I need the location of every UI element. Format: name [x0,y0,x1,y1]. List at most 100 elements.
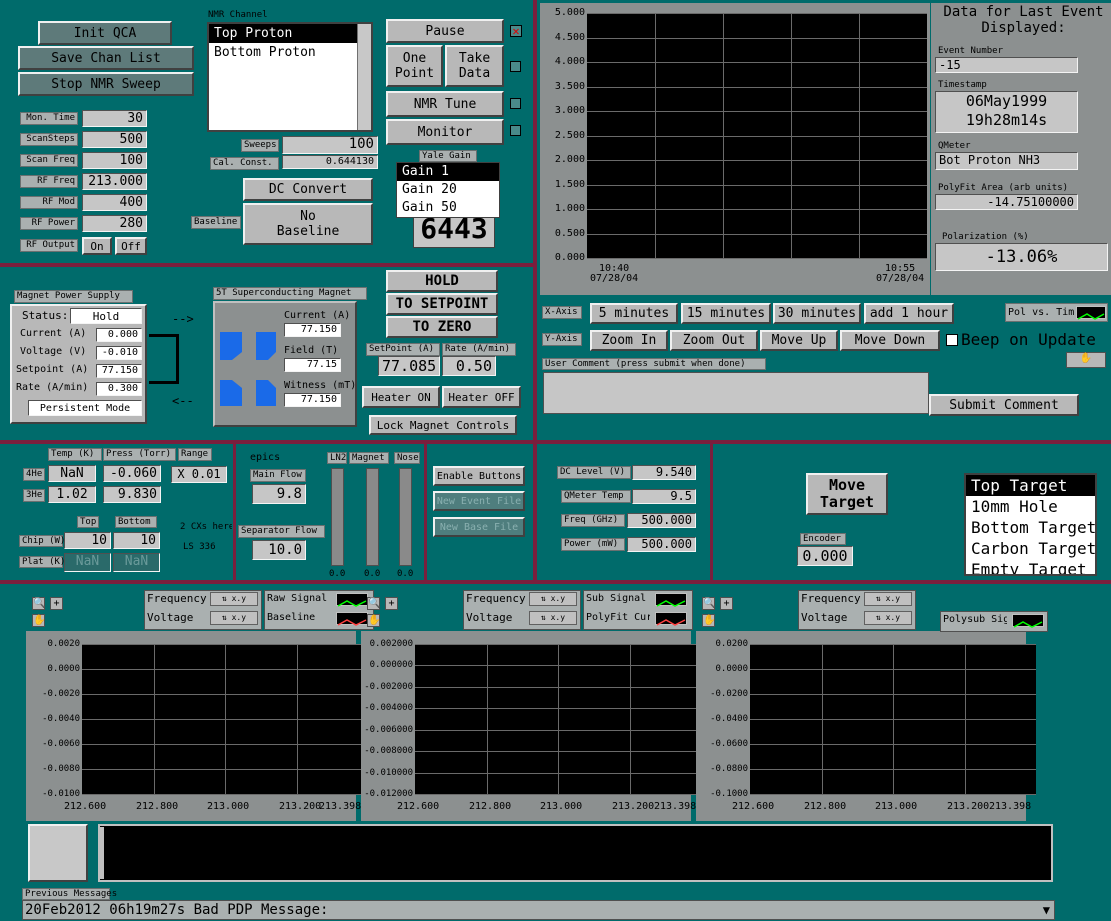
nmr-tune-checkbox[interactable] [510,98,521,109]
list-item[interactable]: Bottom Proton [209,43,371,62]
one-point-button[interactable]: One Point [386,45,443,87]
axis-format-icon[interactable]: ⇅ x.y [210,611,258,625]
heater-off-button[interactable]: Heater OFF [442,386,521,408]
no-baseline-button[interactable]: No Baseline [243,203,373,245]
timestamp-date: 06May1999 [965,92,1048,110]
rate-ctrl-field[interactable]: 0.50 [442,356,496,376]
axis-format-icon[interactable]: ⇅ x.y [529,592,577,606]
zoom-icon[interactable]: 🔍 [702,597,715,610]
rf-on-button[interactable]: On [82,237,112,255]
setpoint-label: Setpoint (A) [16,364,89,375]
hold-button[interactable]: HOLD [386,270,498,292]
sep-flow-field: 10.0 [252,540,306,560]
rf-off-button[interactable]: Off [115,237,147,255]
y-tick-label: 3.500 [554,81,585,92]
hand-icon[interactable]: ✋ [367,614,380,627]
monitor-checkbox[interactable] [510,125,521,136]
monitor-button[interactable]: Monitor [386,119,504,145]
rf-mod-field[interactable]: 400 [82,194,147,211]
x-add-hour-button[interactable]: add 1 hour [864,303,954,324]
list-item[interactable]: Bottom Target [966,517,1095,538]
beep-checkbox[interactable] [946,334,958,346]
pause-button[interactable]: Pause [386,19,504,43]
list-item[interactable]: Empty Target [966,559,1095,574]
plus-icon[interactable]: + [385,597,398,610]
main-flow-field: 9.8 [252,484,306,504]
move-down-button[interactable]: Move Down [840,330,940,351]
y-tick-label: 0.000000 [369,660,413,670]
x-30min-button[interactable]: 30 minutes [773,303,861,324]
yale-gain-list[interactable]: Gain 1 Gain 20 Gain 50 [396,162,500,218]
list-item[interactable]: Gain 50 [397,199,499,217]
x-15min-button[interactable]: 15 minutes [681,303,771,324]
hand-icon[interactable]: ✋ [32,614,45,627]
scan-steps-field[interactable]: 500 [82,131,147,148]
hand-tool-icon[interactable]: ✋ [1066,352,1106,368]
hand-icon[interactable]: ✋ [702,614,715,627]
scan-freq-field[interactable]: 100 [82,152,147,169]
status-field: Hold [70,308,142,324]
range-field[interactable]: X 0.01 [171,466,227,483]
gridline [791,13,792,258]
rf-freq-field[interactable]: 213.000 [82,173,147,190]
sweeps-field[interactable]: 100 [282,136,378,154]
axis-format-icon[interactable]: ⇅ x.y [210,592,258,606]
prev-messages-dropdown[interactable]: 20Feb2012 06h19m27s Bad PDP Message: ▼ [22,900,1055,920]
axis-legend-label: Frequency [466,592,526,605]
rf-power-field[interactable]: 280 [82,215,147,232]
list-item[interactable]: Top Proton [209,24,371,43]
target-list[interactable]: Top Target 10mm Hole Bottom Target Carbo… [964,473,1097,576]
area-field: -14.75100000 [935,194,1078,210]
area-label: PolyFit Area (arb units) [938,183,1069,193]
to-setpoint-button[interactable]: TO SETPOINT [386,293,498,315]
baseline-label: Baseline [191,216,241,229]
y-tick-label: 0.500 [554,228,585,239]
zoom-out-button[interactable]: Zoom Out [670,330,758,351]
dc-convert-button[interactable]: DC Convert [243,178,373,201]
gridline [587,234,927,235]
lock-magnet-button[interactable]: Lock Magnet Controls [369,415,517,435]
zoom-icon[interactable]: 🔍 [32,597,45,610]
enable-buttons-button[interactable]: Enable Buttons [433,466,525,486]
move-up-button[interactable]: Move Up [760,330,838,351]
chip-top-field[interactable]: 10 [64,532,111,549]
nmr-tune-button[interactable]: NMR Tune [386,91,504,117]
take-data-checkbox[interactable] [510,61,521,72]
stop-nmr-sweep-button[interactable]: Stop NMR Sweep [18,72,194,96]
take-data-button[interactable]: Take Data [445,45,504,87]
x-tick-label: 212.800 [469,801,512,812]
x-5min-button[interactable]: 5 minutes [590,303,678,324]
zoom-icon[interactable]: 🔍 [367,597,380,610]
chevron-down-icon[interactable]: ▼ [1043,901,1050,919]
list-item[interactable]: 10mm Hole [966,496,1095,517]
setpoint-ctrl-field[interactable]: 77.085 [378,356,440,376]
list-item[interactable]: Gain 1 [397,163,499,181]
init-qca-button[interactable]: Init QCA [38,21,172,45]
move-target-button[interactable]: Move Target [806,473,888,515]
list-item[interactable]: Carbon Target [966,538,1095,559]
list-item[interactable]: Gain 20 [397,181,499,199]
comment-input[interactable] [543,372,929,414]
list-item[interactable]: Top Target [966,475,1095,496]
axis-format-icon[interactable]: ⇅ x.y [529,611,577,625]
y-tick-label: 0.002000 [369,639,413,649]
heater-on-button[interactable]: Heater ON [362,386,440,408]
chip-bottom-field[interactable]: 10 [113,532,160,549]
magnet-bar-label: Magnet [349,452,389,464]
cx-note: 2 CXs here [180,522,232,532]
sc-current-field: 77.150 [284,323,341,337]
zoom-in-button[interactable]: Zoom In [590,330,668,351]
plus-icon[interactable]: + [720,597,733,610]
mon-time-field[interactable]: 30 [82,110,147,127]
gridline [558,644,559,794]
axis-format-icon[interactable]: ⇅ x.y [864,611,912,625]
to-zero-button[interactable]: TO ZERO [386,316,498,338]
scrollbar[interactable] [357,24,371,130]
axis-format-icon[interactable]: ⇅ x.y [864,592,912,606]
submit-comment-button[interactable]: Submit Comment [929,394,1079,416]
arrow-left-icon: <-- [172,394,194,408]
new-base-file-button: New Base File [433,517,525,537]
plus-icon[interactable]: + [50,597,63,610]
save-chan-list-button[interactable]: Save Chan List [18,46,194,70]
nmr-channel-list[interactable]: Top Proton Bottom Proton [207,22,373,132]
